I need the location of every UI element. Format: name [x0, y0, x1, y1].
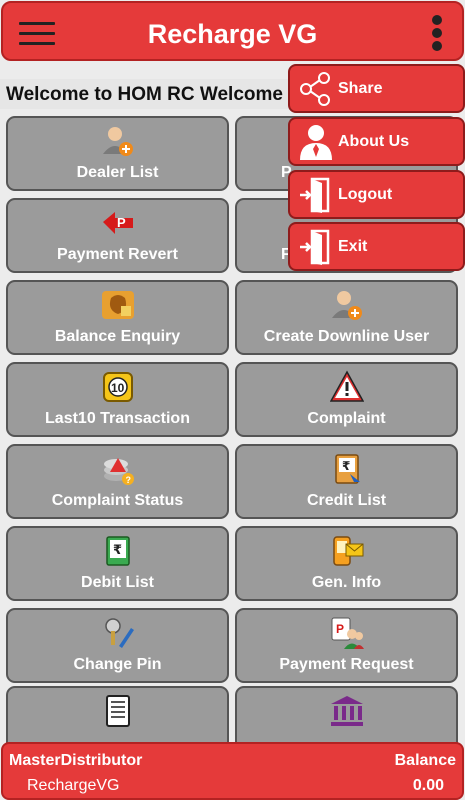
tile-label: Dealer List [76, 164, 159, 181]
tile-label: Last10 Transaction [45, 410, 190, 427]
menu-item-label: About Us [338, 133, 410, 150]
svg-text:10: 10 [111, 381, 125, 395]
phone-mail-icon [332, 536, 363, 566]
tile-label: Debit List [81, 574, 154, 591]
tile-balance-enquiry[interactable]: Balance Enquiry [6, 280, 229, 355]
tile-change-pin[interactable]: Change Pin [6, 608, 229, 683]
payment-revert-icon: P [102, 212, 133, 234]
menu-item-about-us[interactable]: About Us [288, 117, 465, 166]
tile-report[interactable] [6, 686, 229, 746]
menu-item-label: Share [338, 80, 383, 97]
tile-bank[interactable] [235, 686, 458, 746]
tile-label: Complaint Status [51, 492, 184, 509]
balance-value: 0.00 [412, 777, 444, 794]
add-user-icon [331, 291, 362, 320]
menu-item-label: Logout [338, 186, 393, 203]
menu-item-logout[interactable]: Logout [288, 170, 465, 219]
key-pen-icon [104, 618, 134, 648]
money-bag-icon [101, 291, 134, 319]
door-exit-icon [300, 229, 330, 265]
tile-label: Gen. Info [311, 574, 382, 591]
tile-dealer-list[interactable]: Dealer List [6, 116, 229, 191]
tile-label: Payment Request [279, 656, 414, 673]
tile-payment-request[interactable]: P Payment Request [235, 608, 458, 683]
tile-complaint-status[interactable]: ? Complaint Status [6, 444, 229, 519]
ten-badge-icon: 10 [102, 372, 133, 402]
report-icon [105, 695, 130, 727]
menu-item-share[interactable]: Share [288, 64, 465, 113]
request-people-icon: P [331, 617, 364, 649]
tile-label: Payment Revert [57, 246, 178, 263]
warning-icon [329, 370, 364, 402]
app-bar: Recharge VG [1, 1, 464, 61]
bank-icon [330, 696, 363, 726]
svg-text:P: P [336, 622, 344, 636]
share-icon [300, 72, 330, 106]
tile-payment-revert[interactable]: P Payment Revert [6, 198, 229, 273]
tile-last10-transaction[interactable]: 10 Last10 Transaction [6, 362, 229, 437]
tile-credit-list[interactable]: ₹ Credit List [235, 444, 458, 519]
tile-label: Create Downline User [263, 328, 430, 345]
footer-bar: MasterDistributor RechargeVG Balance 0.0… [1, 742, 464, 800]
tile-debit-list[interactable]: ₹ Debit List [6, 526, 229, 601]
username: RechargeVG [27, 777, 120, 794]
door-exit-icon [300, 177, 330, 213]
menu-item-label: Exit [338, 238, 368, 255]
rupee-doc-icon: ₹ [334, 454, 360, 484]
user-role: MasterDistributor [9, 752, 143, 769]
tile-label: Complaint [307, 410, 386, 427]
svg-text:?: ? [125, 475, 131, 485]
tile-label: Credit List [306, 492, 387, 509]
tile-label: Balance Enquiry [54, 328, 181, 345]
app-title: Recharge VG [147, 19, 318, 49]
svg-text:P: P [117, 215, 126, 230]
person-icon [300, 125, 332, 160]
coins-warning-icon: ? [103, 458, 134, 485]
add-user-icon [102, 127, 133, 156]
tile-complaint[interactable]: Complaint [235, 362, 458, 437]
overflow-menu-icon[interactable] [430, 15, 444, 53]
balance-label: Balance [394, 752, 456, 769]
svg-text:₹: ₹ [342, 459, 350, 473]
tile-create-downline-user[interactable]: Create Downline User [235, 280, 458, 355]
tile-gen-info[interactable]: Gen. Info [235, 526, 458, 601]
rupee-green-doc-icon: ₹ [105, 536, 130, 566]
tile-label: Change Pin [73, 656, 162, 673]
menu-item-exit[interactable]: Exit [288, 222, 465, 271]
svg-text:₹: ₹ [113, 543, 122, 558]
